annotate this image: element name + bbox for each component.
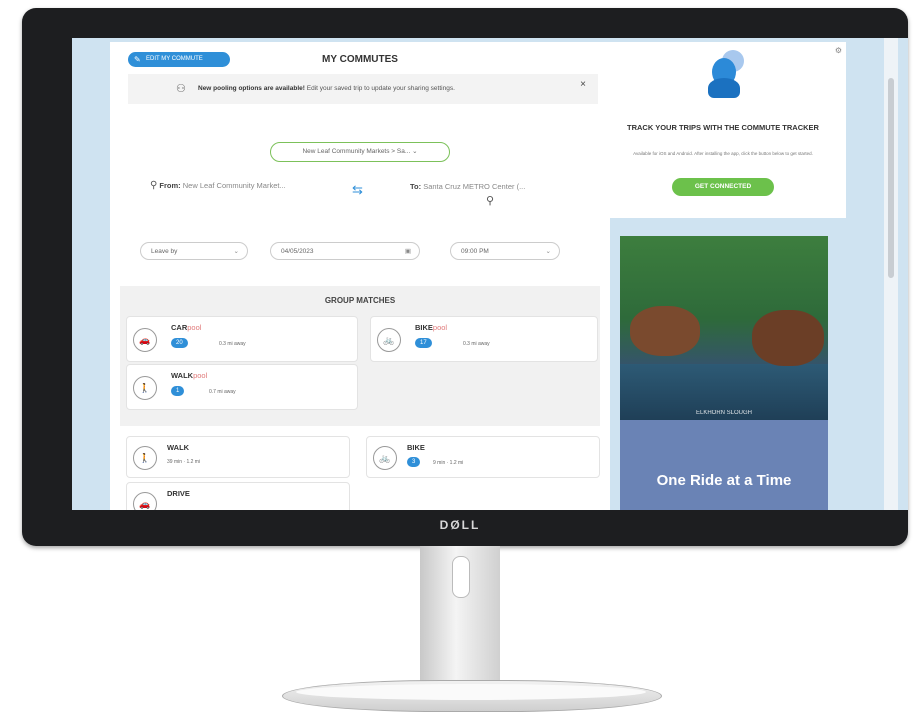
close-notice-button[interactable]: × — [580, 70, 586, 100]
walkpool-card[interactable]: 🚶 WALKpool 1 0.7 mi away — [126, 364, 358, 410]
tracker-title: TRACK YOUR TRIPS WITH THE COMMUTE TRACKE… — [627, 123, 819, 132]
notice-bold-text: New pooling options are available! — [198, 85, 305, 92]
walk-mode-meta: 39 min · 1.2 mi — [167, 459, 201, 465]
chevron-down-icon: ⌄ — [233, 248, 239, 255]
car-icon: 🚗 — [133, 492, 157, 510]
walkpool-distance: 0.7 mi away — [209, 389, 236, 395]
commute-tracker-promo: ⚙ TRACK YOUR TRIPS WITH THE COMMUTE TRAC… — [600, 42, 846, 218]
ad-location-label: ELKHORN SLOUGH — [695, 410, 752, 416]
stand-base-top — [296, 684, 646, 700]
time-select[interactable]: 09:00 PM ⌄ — [450, 242, 560, 260]
walk-icon: 🚶 — [133, 376, 157, 400]
bikepool-card[interactable]: 🚲 BIKEpool 17 0.3 mi away — [370, 316, 598, 362]
carpool-distance: 0.3 mi away — [219, 341, 246, 347]
location-pin-icon: ⚲ — [150, 180, 158, 191]
saved-route-select[interactable]: New Leaf Community Markets > Sa... ⌄ — [270, 142, 450, 162]
date-value: 04/05/2023 — [281, 248, 314, 255]
notice-banner: ⚇ New pooling options are available! Edi… — [128, 74, 598, 104]
leave-by-select[interactable]: Leave by ⌄ — [140, 242, 248, 260]
bikepool-name: BIKEpool — [415, 323, 448, 332]
carpool-notice-icon: ⚇ — [176, 83, 186, 95]
page-title: MY COMMUTES — [322, 54, 398, 65]
my-commutes-panel: ✎ EDIT MY COMMUTE MY COMMUTES ⚇ New pool… — [110, 42, 610, 510]
drive-mode-card[interactable]: 🚗 DRIVE — [126, 482, 350, 510]
advertisement-banner[interactable]: ELKHORN SLOUGH One Ride at a Time — [620, 236, 828, 510]
walk-mode-name: WALK — [167, 443, 190, 452]
walk-mode-card[interactable]: 🚶 WALK 39 min · 1.2 mi — [126, 436, 350, 478]
edit-commute-label: EDIT MY COMMUTE — [146, 56, 203, 62]
carpool-count-badge: 20 — [171, 338, 188, 348]
bikepool-count-badge: 17 — [415, 338, 432, 348]
settings-icon[interactable]: ⚙ — [835, 46, 842, 55]
monitor-brand-logo: DØLL — [439, 518, 481, 532]
time-value: 09:00 PM — [461, 248, 489, 255]
destination-pin-icon: ⚲ — [486, 195, 495, 207]
bike-mode-badge: 3 — [407, 457, 421, 467]
car-icon: 🚗 — [133, 328, 157, 352]
calendar-icon: ▣ — [404, 248, 411, 255]
walk-icon: 🚶 — [133, 446, 157, 470]
bike-mode-meta: 9 min · 1.2 mi — [433, 460, 464, 466]
otter-right — [752, 310, 824, 366]
tracker-subtitle: Available for iOS and Android. After ins… — [633, 151, 813, 156]
date-field[interactable]: 04/05/2023 ▣ — [270, 242, 420, 260]
carpool-card[interactable]: 🚗 CARpool 20 0.3 mi away — [126, 316, 358, 362]
carpool-name: CARpool — [171, 323, 202, 332]
bike-mode-name: BIKE — [407, 443, 425, 452]
drive-mode-name: DRIVE — [167, 489, 190, 498]
bikepool-distance: 0.3 mi away — [463, 341, 490, 347]
otter-left — [630, 306, 700, 356]
to-value: Santa Cruz METRO Center (... — [423, 182, 526, 191]
group-matches-section: GROUP MATCHES 🚗 CARpool 20 0.3 mi away 🚲… — [120, 286, 600, 426]
leave-by-value: Leave by — [151, 248, 178, 255]
saved-route-value: New Leaf Community Markets > Sa... — [302, 148, 411, 155]
scrollbar-thumb[interactable] — [888, 78, 894, 278]
bike-icon: 🚲 — [377, 328, 401, 352]
from-location[interactable]: ⚲ From: New Leaf Community Market... — [150, 179, 286, 193]
pencil-icon: ✎ — [134, 55, 141, 64]
from-value: New Leaf Community Market... — [182, 181, 286, 190]
group-matches-title: GROUP MATCHES — [324, 296, 396, 305]
otters-photo: ELKHORN SLOUGH — [620, 236, 828, 420]
bike-mode-card[interactable]: 🚲 BIKE 3 9 min · 1.2 mi — [366, 436, 600, 478]
to-location[interactable]: To: Santa Cruz METRO Center (... — [410, 182, 525, 191]
get-connected-button[interactable]: GET CONNECTED — [672, 178, 774, 196]
edit-commute-button[interactable]: ✎ EDIT MY COMMUTE — [128, 52, 230, 67]
from-label: From: — [159, 181, 181, 190]
swap-route-icon[interactable]: ⇆ — [352, 182, 363, 198]
notice-text: Edit your saved trip to update your shar… — [306, 85, 455, 92]
to-label: To: — [410, 182, 422, 191]
walkpool-name: WALKpool — [171, 371, 208, 380]
walkpool-count-badge: 1 — [171, 386, 185, 396]
monitor-screen: ✎ EDIT MY COMMUTE MY COMMUTES ⚇ New pool… — [72, 38, 908, 510]
chevron-down-icon: ⌄ — [545, 248, 551, 255]
stand-cable-slot — [452, 556, 470, 598]
bike-icon: 🚲 — [373, 446, 397, 470]
people-icon-body — [708, 78, 740, 98]
ad-headline: One Ride at a Time — [656, 472, 792, 489]
